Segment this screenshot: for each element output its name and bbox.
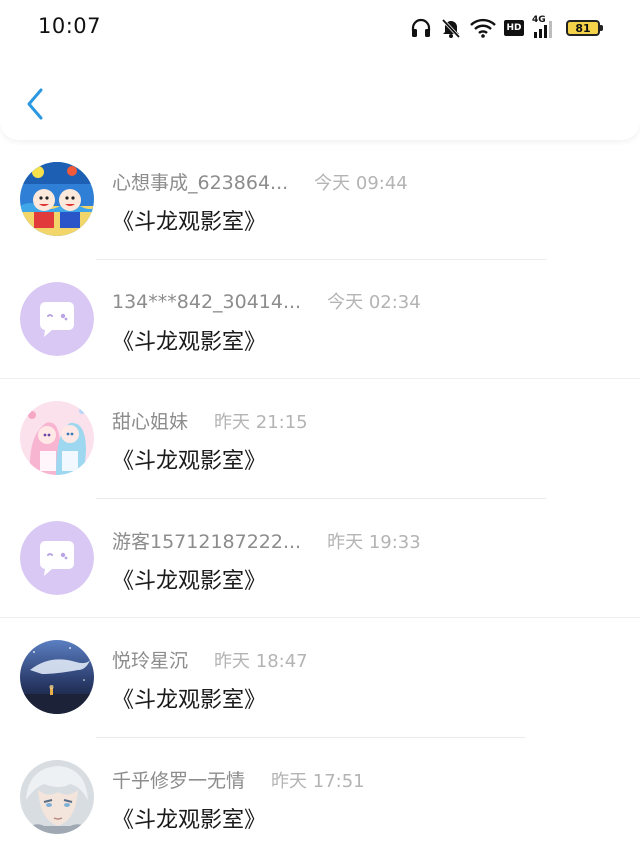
status-bar: 10:07 HD 4G 81 xyxy=(0,0,640,56)
sender-name[interactable]: 甜心姐妹 xyxy=(112,407,188,434)
item-meta: 134***842_30414... 今天 02:34 xyxy=(112,288,421,314)
message-text: 《斗龙观影室》 xyxy=(112,210,267,235)
message-text: 《斗龙观影室》 xyxy=(112,568,267,594)
message-time: 昨天 19:33 xyxy=(327,531,421,553)
item-meta: 悦玲星沉 昨天 18:47 xyxy=(112,646,308,673)
list-item[interactable]: 134***842_30414... 今天 02:34 《斗龙观影室》 xyxy=(0,260,640,380)
message-text: 《斗龙观影室》 xyxy=(112,329,267,355)
sender-name[interactable]: 悦玲星沉 xyxy=(112,646,188,673)
default-chat-avatar-icon xyxy=(20,520,94,595)
night-whale-avatar-icon xyxy=(20,640,94,715)
message-time: 昨天 17:51 xyxy=(271,770,365,792)
chevron-left-icon xyxy=(27,88,43,120)
message-text: 《斗龙观影室》 xyxy=(112,688,267,714)
avatar[interactable] xyxy=(20,281,94,356)
item-meta: 游客15712187222... 昨天 19:33 xyxy=(112,527,421,554)
cell-signal-icon: 4G xyxy=(532,15,558,39)
list-item[interactable]: 悦玲星沉 昨天 18:47 《斗龙观影室》 xyxy=(0,618,640,738)
avatar[interactable] xyxy=(20,401,94,476)
list-item[interactable]: 游客15712187222... 昨天 19:33 《斗龙观影室》 xyxy=(0,499,640,619)
item-meta: 千乎修罗一无情 昨天 17:51 xyxy=(112,766,365,793)
hd-badge: HD xyxy=(504,20,524,36)
message-text: 《斗龙观影室》 xyxy=(112,807,267,833)
wifi-icon xyxy=(470,18,496,38)
status-time: 10:07 xyxy=(38,14,102,38)
anime-boy-avatar-icon xyxy=(20,759,94,834)
list-item[interactable]: 心想事成_623864... 今天 09:44 《斗龙观影室》 xyxy=(0,140,640,260)
message-time: 昨天 21:15 xyxy=(214,412,308,434)
list-item[interactable]: 千乎修罗一无情 昨天 17:51 《斗龙观影室》 xyxy=(0,738,640,858)
avatar[interactable] xyxy=(20,162,94,236)
avatar[interactable] xyxy=(20,640,94,715)
sender-name[interactable]: 游客15712187222... xyxy=(112,527,301,554)
avatar[interactable] xyxy=(20,759,94,834)
message-text: 《斗龙观影室》 xyxy=(112,449,267,475)
default-chat-avatar-icon xyxy=(20,281,94,356)
list-item[interactable]: 甜心姐妹 昨天 21:15 《斗龙观影室》 xyxy=(0,379,640,499)
message-time: 昨天 18:47 xyxy=(214,651,308,673)
headphones-icon xyxy=(410,18,432,38)
item-meta: 心想事成_623864... 今天 09:44 xyxy=(112,168,408,195)
battery-indicator: 81 xyxy=(566,20,603,36)
screen: 10:07 HD 4G 81 心想事成_623864... 今天 09:44 《… xyxy=(0,0,640,867)
message-time: 今天 09:44 xyxy=(314,173,408,194)
battery-level: 81 xyxy=(575,21,591,35)
top-bar: 10:07 HD 4G 81 xyxy=(0,0,640,140)
avatar[interactable] xyxy=(20,520,94,595)
item-meta: 甜心姐妹 昨天 21:15 xyxy=(112,407,308,434)
message-list: 心想事成_623864... 今天 09:44 《斗龙观影室》 134***84… xyxy=(0,140,640,858)
back-button[interactable] xyxy=(18,84,52,124)
sender-name[interactable]: 千乎修罗一无情 xyxy=(112,766,245,793)
anime-girls-avatar-icon xyxy=(20,401,94,476)
mute-bell-icon xyxy=(440,17,462,39)
cartoon-avatar-icon xyxy=(20,162,94,236)
sender-name[interactable]: 134***842_30414... xyxy=(112,291,301,313)
status-icons: HD 4G 81 xyxy=(410,14,603,42)
sender-name[interactable]: 心想事成_623864... xyxy=(112,168,288,195)
message-time: 今天 02:34 xyxy=(327,291,421,313)
